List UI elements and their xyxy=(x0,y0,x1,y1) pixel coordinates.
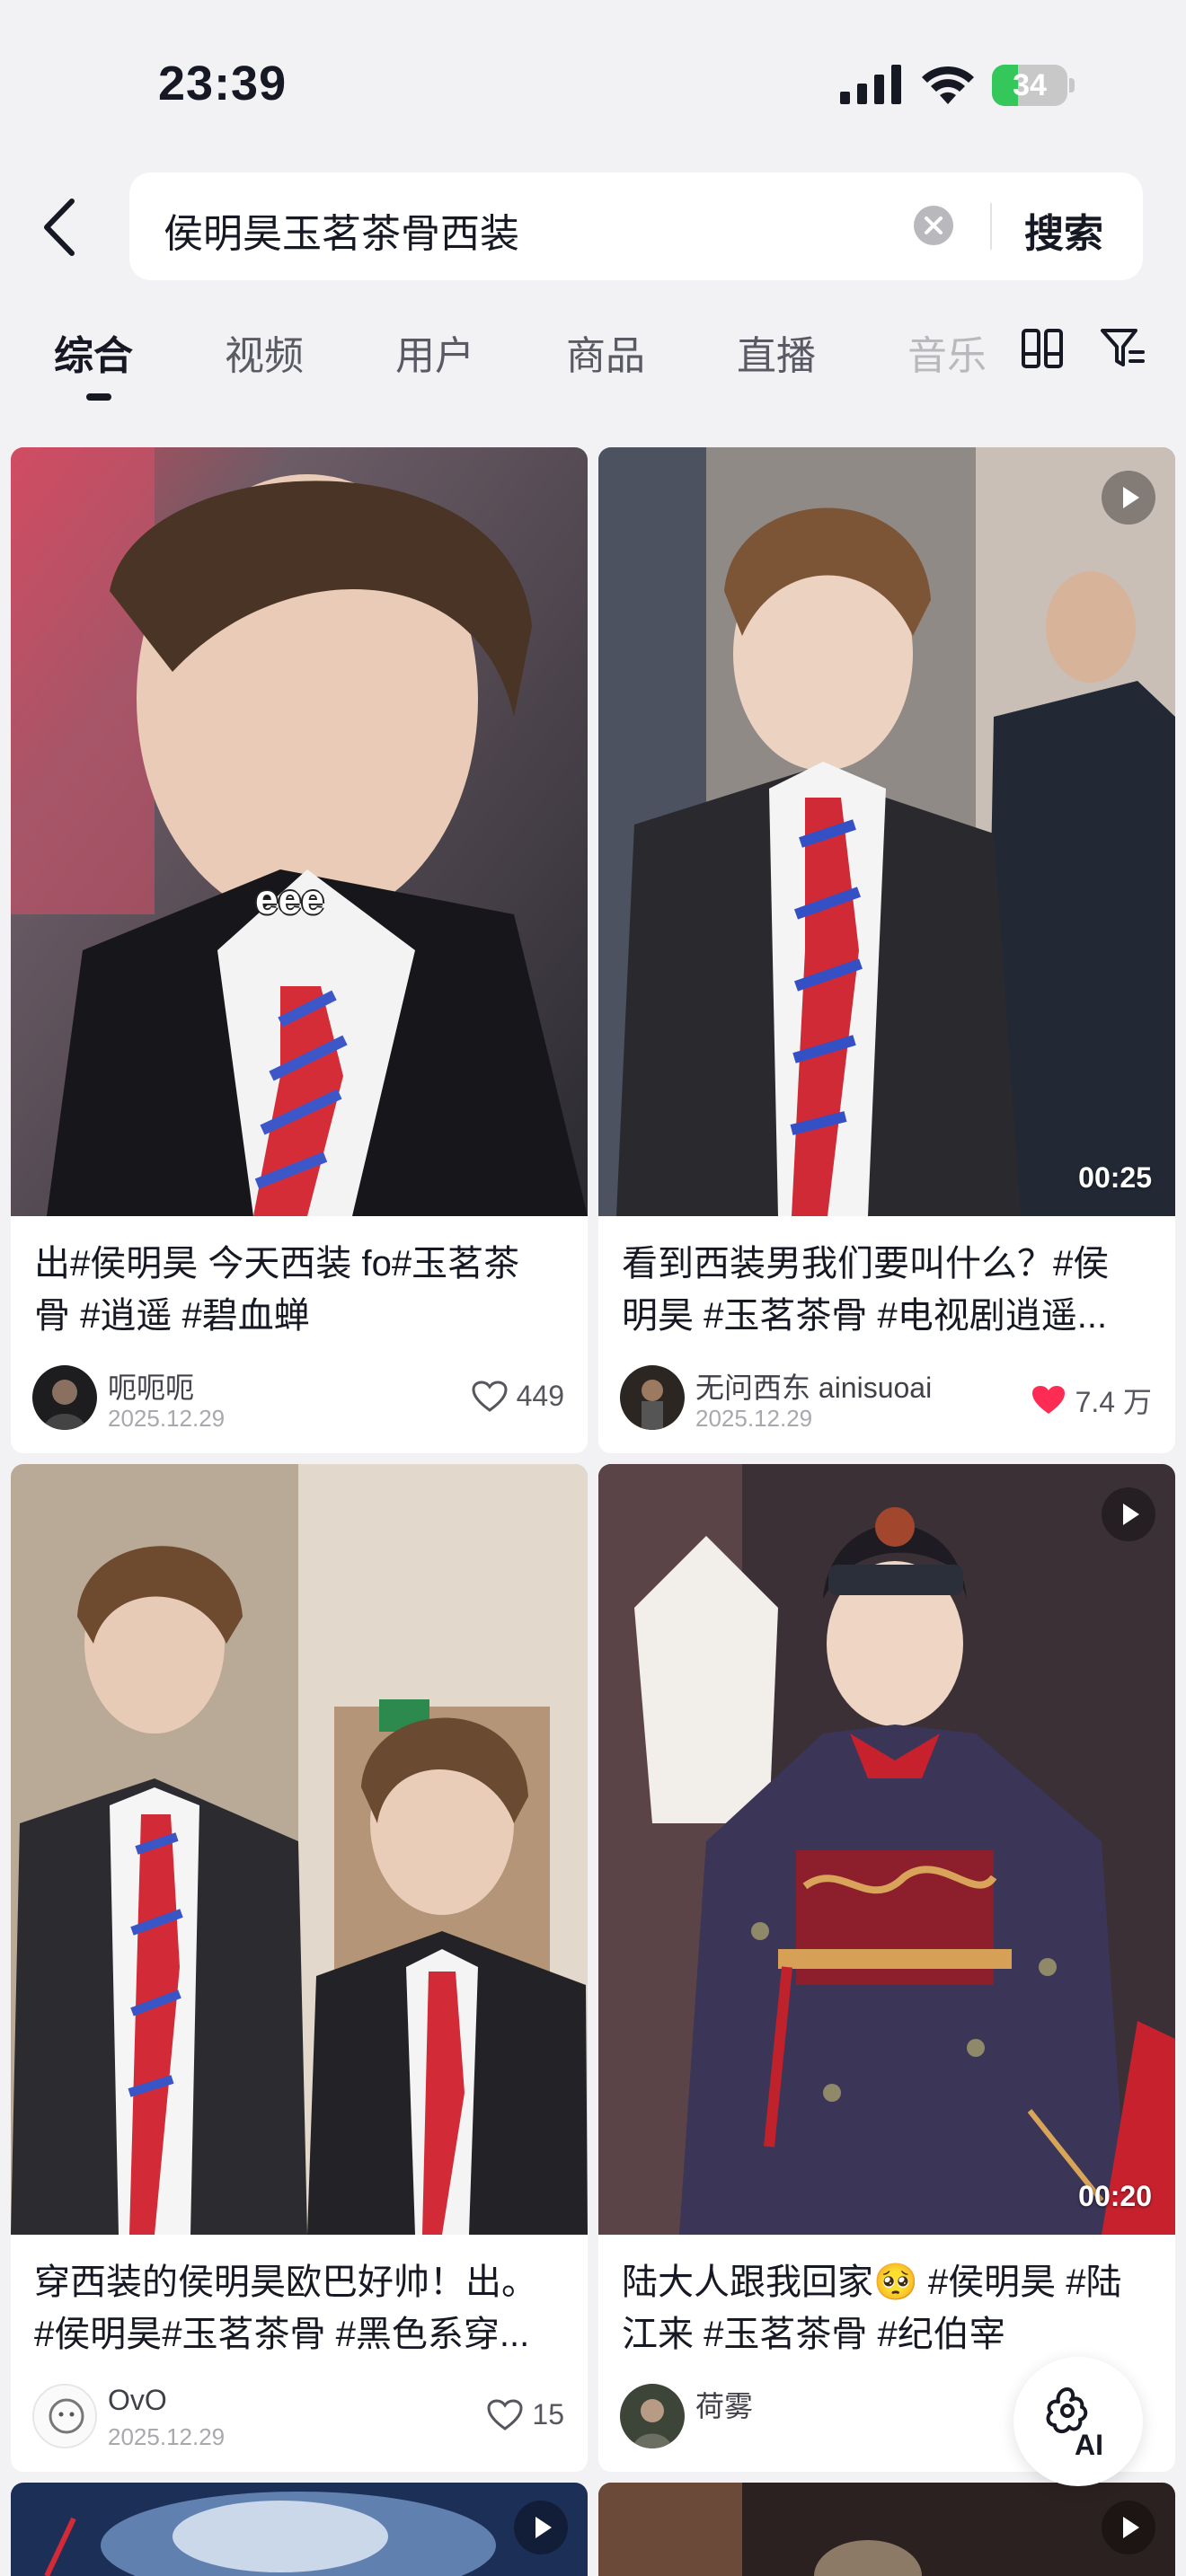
avatar[interactable] xyxy=(620,1365,685,1430)
search-input[interactable]: 侯明昊玉茗茶骨西装 xyxy=(164,201,519,259)
result-title: 出#侯明昊 今天西装 fo#玉茗茶 骨 #逍遥 #碧血蝉 xyxy=(34,1238,582,1342)
play-icon xyxy=(514,2501,568,2554)
tab-comprehensive[interactable]: 综合 xyxy=(54,323,133,381)
tab-video[interactable]: 视频 xyxy=(225,323,304,381)
play-icon xyxy=(1102,471,1155,525)
heart-icon xyxy=(1031,1386,1065,1414)
post-date: 2025.12.29 xyxy=(108,1405,226,1432)
back-arrow-icon[interactable] xyxy=(36,196,86,259)
result-title-line1: 看到西装男我们要叫什么？#侯 xyxy=(622,1244,1110,1284)
author-name[interactable]: 荷雾 xyxy=(695,2384,753,2425)
author-name[interactable]: 无问西东 ainisuoai xyxy=(695,1365,932,1407)
tab-users[interactable]: 用户 xyxy=(395,323,474,381)
status-time: 23:39 xyxy=(158,57,288,110)
video-duration: 00:25 xyxy=(1078,1161,1152,1194)
ai-label: AI xyxy=(1075,2429,1103,2461)
wifi-icon xyxy=(922,66,974,104)
result-title-line1: 陆大人跟我回家🥺 #侯明昊 #陆 xyxy=(622,2263,1122,2302)
result-card[interactable] xyxy=(11,2483,588,2576)
like-count-value: 7.4 万 xyxy=(1075,1386,1152,1418)
result-card[interactable]: 穿西装的侯明昊欧巴好帅！出。 #侯明昊#玉茗茶骨 #黑色系穿... OvO 20… xyxy=(11,1464,588,2472)
result-title-line2: 骨 #逍遥 #碧血蝉 xyxy=(34,1296,310,1336)
play-icon xyxy=(1102,1487,1155,1541)
search-bar: 侯明昊玉茗茶骨西装 搜索 xyxy=(129,172,1143,280)
result-title-line2: #侯明昊#玉茗茶骨 #黑色系穿... xyxy=(34,2315,530,2354)
like-count-value: 15 xyxy=(532,2398,564,2430)
result-title-line2: 明昊 #玉茗茶骨 #电视剧逍遥... xyxy=(622,1296,1108,1336)
like-count-value: 449 xyxy=(516,1380,564,1412)
heart-icon xyxy=(472,1380,508,1412)
video-thumbnail[interactable]: eee xyxy=(11,447,588,1216)
video-thumbnail[interactable]: 00:20 xyxy=(598,1464,1175,2235)
tab-products[interactable]: 商品 xyxy=(566,323,645,381)
ai-assistant-button[interactable]: AI xyxy=(1013,2357,1143,2486)
result-title-line1: 穿西装的侯明昊欧巴好帅！出。 xyxy=(34,2263,537,2302)
video-thumbnail[interactable]: 00:25 xyxy=(598,447,1175,1216)
heart-icon xyxy=(487,2398,523,2430)
battery-level: 34 xyxy=(1013,68,1047,102)
category-tabs: 综合 视频 用户 商品 直播 音乐 xyxy=(0,314,1186,413)
battery-icon: 34 xyxy=(992,65,1075,106)
like-count[interactable]: 7.4 万 xyxy=(1031,1380,1152,1421)
tab-live[interactable]: 直播 xyxy=(737,323,816,381)
avatar[interactable] xyxy=(32,1365,97,1430)
filter-icon[interactable] xyxy=(1100,327,1145,370)
layout-icon[interactable] xyxy=(1021,327,1064,370)
result-card[interactable] xyxy=(598,2483,1175,2576)
avatar[interactable] xyxy=(32,2384,97,2448)
search-button[interactable]: 搜索 xyxy=(1024,201,1103,259)
result-card[interactable]: 00:20 陆大人跟我回家🥺 #侯明昊 #陆 江来 #玉茗茶骨 #纪伯宰 荷雾 xyxy=(598,1464,1175,2472)
post-date: 2025.12.29 xyxy=(695,1405,813,1432)
result-title: 看到西装男我们要叫什么？#侯 明昊 #玉茗茶骨 #电视剧逍遥... xyxy=(622,1238,1170,1342)
tab-music[interactable]: 音乐 xyxy=(907,323,987,381)
video-duration: 00:20 xyxy=(1078,2180,1152,2212)
clear-icon[interactable] xyxy=(913,205,954,246)
signal-icon xyxy=(840,65,901,104)
video-caption-overlay: eee xyxy=(255,876,324,922)
video-thumbnail[interactable] xyxy=(11,2483,588,2576)
result-title: 陆大人跟我回家🥺 #侯明昊 #陆 江来 #玉茗茶骨 #纪伯宰 xyxy=(622,2256,1170,2360)
result-card[interactable]: 00:25 看到西装男我们要叫什么？#侯 明昊 #玉茗茶骨 #电视剧逍遥... … xyxy=(598,447,1175,1453)
avatar[interactable] xyxy=(620,2384,685,2448)
search-divider xyxy=(990,203,992,250)
result-title: 穿西装的侯明昊欧巴好帅！出。 #侯明昊#玉茗茶骨 #黑色系穿... xyxy=(34,2256,582,2360)
like-count[interactable]: 15 xyxy=(487,2398,564,2431)
author-name[interactable]: 呃呃呃 xyxy=(108,1365,194,1407)
status-bar: 23:39 34 xyxy=(0,0,1186,171)
video-thumbnail[interactable] xyxy=(598,2483,1175,2576)
result-title-line1: 出#侯明昊 今天西装 fo#玉茗茶 xyxy=(34,1244,520,1284)
result-card[interactable]: eee 出#侯明昊 今天西装 fo#玉茗茶 骨 #逍遥 #碧血蝉 呃呃呃 202… xyxy=(11,447,588,1453)
active-tab-indicator xyxy=(86,393,111,401)
play-icon xyxy=(1102,2501,1155,2554)
post-date: 2025.12.29 xyxy=(108,2423,226,2450)
author-name[interactable]: OvO xyxy=(108,2384,167,2417)
like-count[interactable]: 449 xyxy=(472,1380,564,1413)
result-title-line2: 江来 #玉茗茶骨 #纪伯宰 xyxy=(622,2315,1005,2354)
video-thumbnail[interactable] xyxy=(11,1464,588,2235)
